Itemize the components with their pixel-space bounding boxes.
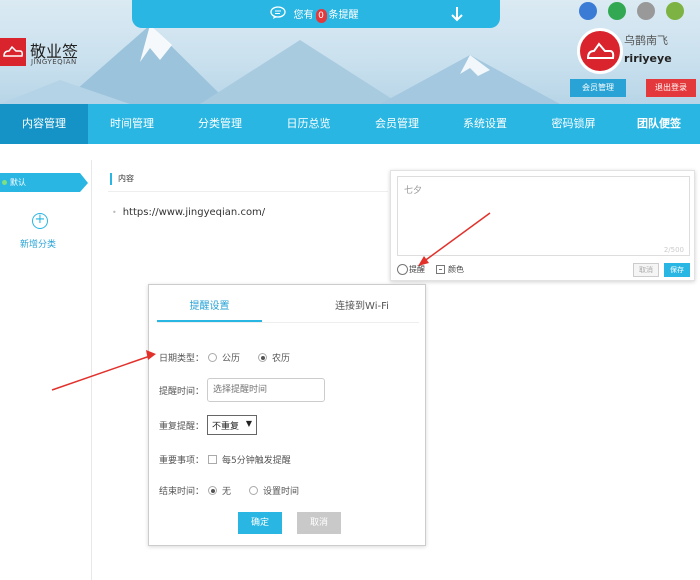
important-row: 重要事项： 每5分钟触发提醒: [159, 453, 291, 466]
notification-bar[interactable]: 您有 0 条提醒: [132, 0, 500, 28]
logout-button[interactable]: 退出登录: [646, 79, 696, 97]
end-time-label: 结束时间：: [159, 487, 205, 497]
time-label: 提醒时间：: [159, 386, 205, 397]
note-item-url[interactable]: https://www.jingyeqian.com/: [112, 207, 265, 218]
notice-text: 您有 0 条提醒: [293, 8, 359, 23]
nav-item-settings[interactable]: 系统设置: [441, 104, 529, 144]
radio-end-none-label: 无: [222, 487, 232, 497]
tab-reminder-settings[interactable]: 提醒设置: [157, 297, 262, 312]
note-textarea[interactable]: 七夕: [397, 176, 690, 256]
sidebar: 默认 + 新增分类: [0, 160, 92, 580]
header: 您有 0 条提醒 敬业签 JINGYEQIAN 乌鹊南飞 ririyeye 会员…: [0, 0, 700, 104]
radio-lunar-label: 农历: [272, 354, 291, 364]
remind-time-input[interactable]: [207, 378, 326, 402]
main-nav: 内容管理 时间管理 分类管理 日历总览 会员管理 系统设置 密码锁屏 团队便签: [0, 104, 700, 144]
end-time-row: 结束时间： 无 设置时间: [159, 484, 299, 497]
editor-cancel-button[interactable]: 取消: [633, 263, 659, 277]
clock-icon: [397, 264, 408, 275]
dot-icon: [2, 180, 7, 185]
android-icon[interactable]: [666, 2, 684, 20]
radio-end-none[interactable]: [208, 486, 218, 495]
nav-item-team[interactable]: 团队便签: [618, 104, 700, 144]
tab-underline: [157, 320, 262, 322]
nav-item-member[interactable]: 会员管理: [353, 104, 441, 144]
time-row: 提醒时间：: [159, 378, 326, 402]
popup-cancel-button[interactable]: 取消: [297, 512, 341, 534]
radio-solar[interactable]: [208, 353, 218, 362]
color-swatch-icon: [436, 265, 445, 274]
date-type-label: 日期类型：: [159, 354, 205, 364]
repeat-value: 不重复: [212, 421, 240, 432]
repeat-select[interactable]: 不重复 ▼: [207, 415, 258, 435]
plus-circle-icon[interactable]: +: [32, 213, 48, 229]
repeat-label: 重复提醒：: [159, 421, 205, 432]
reminder-settings-popup: 提醒设置 连接到Wi-Fi 日期类型： 公历 农历 提醒时间： 重复提醒： 不重…: [148, 284, 426, 546]
os-download-links: [579, 2, 684, 20]
app-page: 您有 0 条提醒 敬业签 JINGYEQIAN 乌鹊南飞 ririyeye 会员…: [0, 0, 700, 580]
username: ririyeye: [624, 52, 672, 65]
date-type-row: 日期类型： 公历 农历: [159, 351, 290, 364]
nav-item-content[interactable]: 内容管理: [0, 104, 88, 144]
windows-icon[interactable]: [608, 2, 626, 20]
repeat-row: 重复提醒： 不重复 ▼: [159, 415, 258, 435]
important-checkbox[interactable]: [208, 455, 218, 464]
divider: [108, 191, 388, 192]
confirm-button[interactable]: 确定: [238, 512, 282, 534]
user-display-name: 乌鹊南飞: [624, 34, 668, 47]
radio-solar-label: 公历: [222, 354, 241, 364]
content-heading: 内容: [110, 173, 134, 185]
radio-end-set-label: 设置时间: [263, 487, 300, 497]
important-label: 重要事项：: [159, 456, 205, 466]
radio-lunar[interactable]: [258, 353, 268, 362]
avatar[interactable]: [577, 28, 623, 74]
radio-end-set[interactable]: [249, 486, 259, 495]
remind-label: 提醒: [409, 265, 425, 274]
color-button[interactable]: 颜色: [436, 264, 464, 275]
nav-item-lock[interactable]: 密码锁屏: [529, 104, 618, 144]
sidebar-item-default[interactable]: 默认: [0, 173, 88, 192]
notice-count-badge: 0: [315, 8, 327, 23]
logo-subtitle: JINGYEQIAN: [31, 58, 77, 66]
add-category-link[interactable]: 新增分类: [20, 237, 56, 250]
sidebar-item-label: 默认: [10, 178, 26, 187]
note-editor: 七夕 2/500 提醒 颜色 取消 保存: [390, 170, 695, 281]
nav-item-category[interactable]: 分类管理: [176, 104, 264, 144]
important-option-label: 每5分钟触发提醒: [222, 456, 291, 466]
remind-button[interactable]: 提醒: [397, 264, 425, 275]
apple-icon[interactable]: [637, 2, 655, 20]
caret-down-icon: ▼: [245, 419, 253, 428]
nav-item-calendar[interactable]: 日历总览: [264, 104, 353, 144]
chat-bubble-icon: [270, 6, 286, 19]
logo-icon: [0, 38, 26, 66]
editor-save-button[interactable]: 保存: [664, 263, 690, 277]
arrow-down-icon[interactable]: [450, 6, 464, 22]
popup-tabs: 提醒设置 连接到Wi-Fi: [157, 285, 419, 323]
char-count: 2/500: [663, 246, 684, 254]
member-management-button[interactable]: 会员管理: [570, 79, 626, 97]
tab-wifi[interactable]: 连接到Wi-Fi: [307, 297, 417, 312]
color-label: 颜色: [448, 265, 464, 274]
nav-item-time[interactable]: 时间管理: [88, 104, 176, 144]
ie-icon[interactable]: [579, 2, 597, 20]
